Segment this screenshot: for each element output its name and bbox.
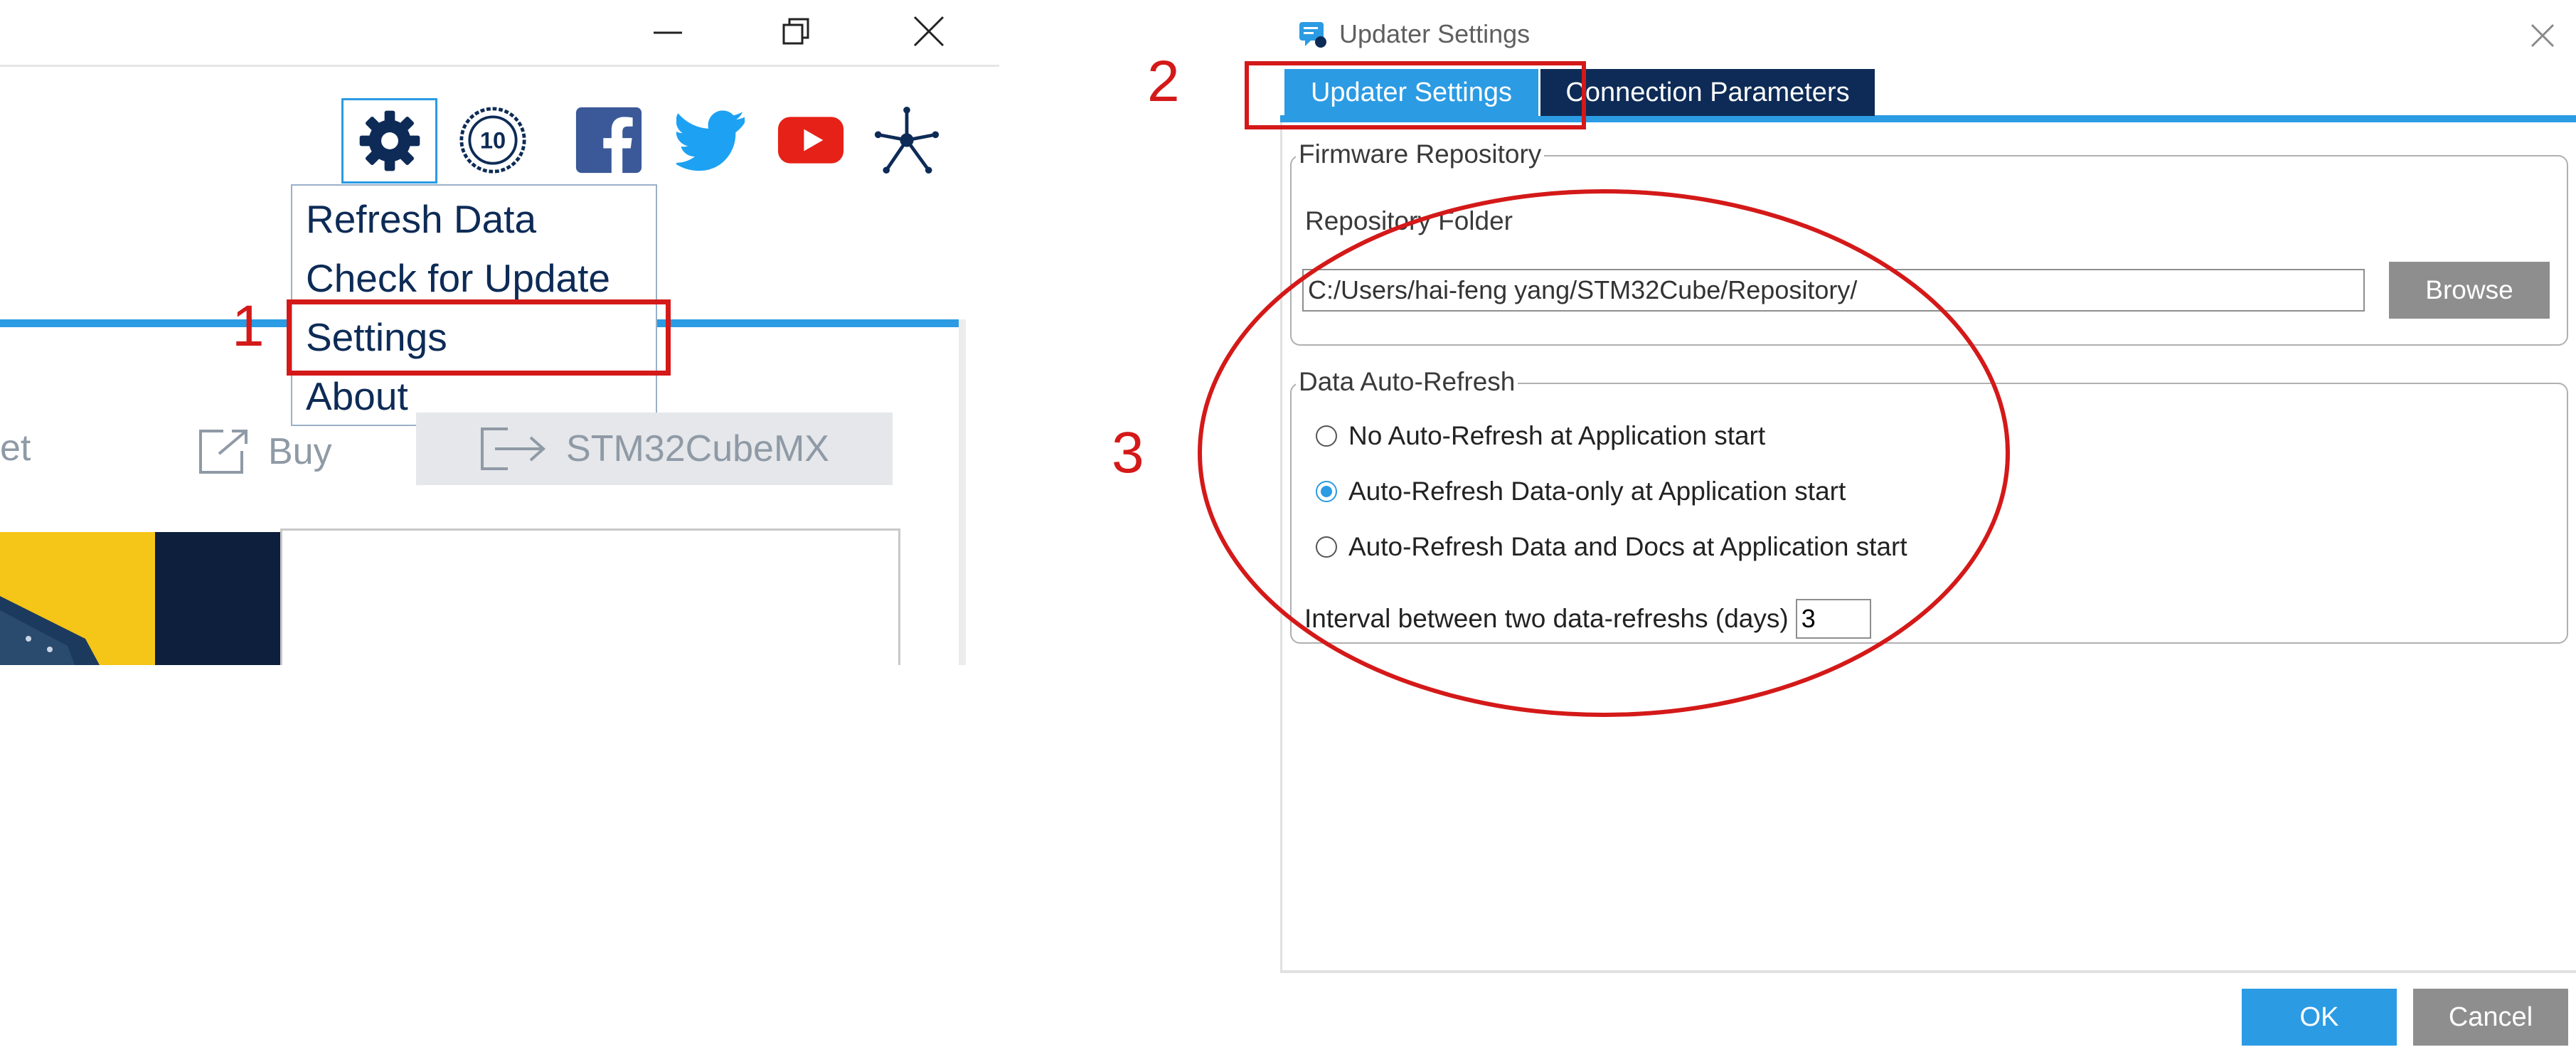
twitter-button[interactable] [676,103,747,177]
start-cubemx-button[interactable]: STM32CubeMX [416,413,893,485]
annotation-box-settings [287,299,671,376]
twitter-icon [676,110,745,171]
close-icon [913,16,944,47]
dialog-close-button[interactable] [2521,14,2564,57]
cancel-button[interactable]: Cancel [2413,989,2568,1046]
window-close-button[interactable] [903,10,954,53]
restore-icon [782,18,809,45]
menu-item-about[interactable]: About [306,373,408,420]
anniversary-10-button[interactable]: 10 [457,103,528,177]
annotation-ellipse-settings [1198,189,2010,717]
minimize-icon [654,31,682,34]
restore-button[interactable] [770,10,821,53]
cubemx-label: STM32CubeMX [566,428,829,469]
annotation-number-1: 1 [232,294,265,358]
titlebar-divider [0,65,999,67]
menu-item-refresh-data[interactable]: Refresh Data [306,196,536,243]
dialog-content-bottom-border [1280,970,2576,973]
svg-text:10: 10 [480,127,506,154]
annotation-box-updater-tab [1245,61,1586,129]
tab-connection-parameters[interactable]: Connection Parameters [1538,69,1875,116]
updater-app-icon [1299,22,1326,48]
start-project-icon [481,427,546,470]
close-icon [2530,23,2555,48]
ok-button[interactable]: OK [2242,989,2397,1046]
gear-icon [359,110,420,171]
buy-button[interactable]: Buy [198,423,332,480]
network-button[interactable] [871,103,942,177]
annotation-number-2: 2 [1147,49,1180,114]
anniversary-10-icon: 10 [459,107,526,174]
image-frame [280,528,900,665]
firmware-group-title: Firmware Repository [1296,139,1545,169]
settings-gear-button[interactable] [341,98,437,184]
minimize-button[interactable] [642,10,693,53]
annotation-number-3: 3 [1112,420,1144,485]
facebook-icon [575,107,642,174]
browse-button[interactable]: Browse [2389,262,2550,319]
youtube-icon [777,117,844,164]
buy-label: Buy [268,431,332,472]
menu-item-check-for-update[interactable]: Check for Update [306,255,610,302]
tab-datasheet-partial[interactable]: et [0,427,31,469]
facebook-button[interactable] [573,103,644,177]
external-link-icon [199,430,248,474]
network-icon [874,106,940,174]
dialog-title: Updater Settings [1339,19,1531,48]
board-image [0,532,281,665]
panel-scroll-frame [959,319,966,665]
youtube-button[interactable] [775,103,846,177]
dialog-titlebar: Updater Settings [1298,13,1530,55]
